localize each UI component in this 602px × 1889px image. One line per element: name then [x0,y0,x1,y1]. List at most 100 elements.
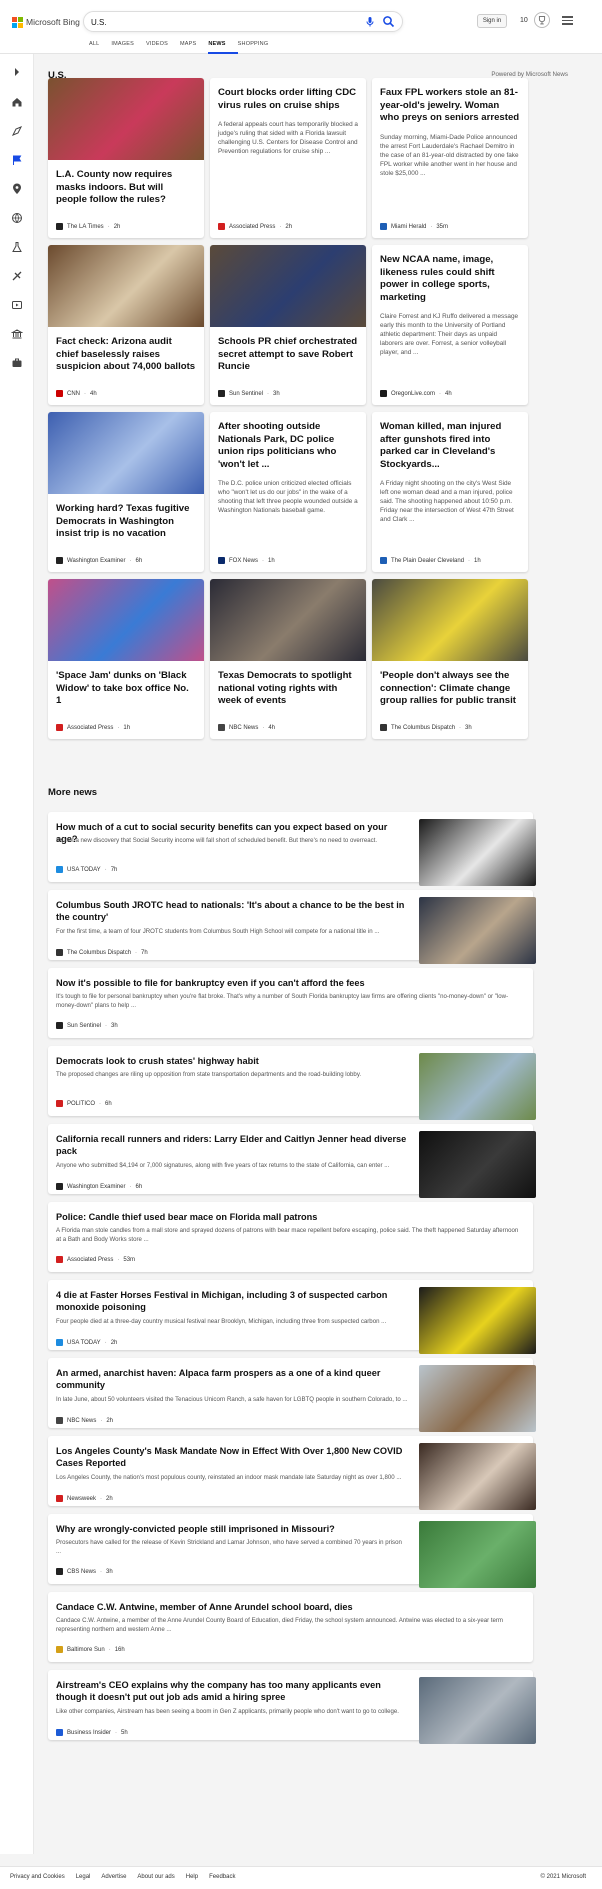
item-provider[interactable]: The Columbus Dispatch · 7h [56,949,148,956]
news-card[interactable]: Faux FPL workers stole an 81-year-old's … [372,78,528,238]
card-provider[interactable]: The LA Times · 2h [56,223,120,230]
card-headline[interactable]: L.A. County now requires masks indoors. … [48,169,204,207]
more-news-item[interactable]: Airstream's CEO explains why the company… [48,1670,536,1744]
card-headline[interactable]: 'People don't always see the connection'… [372,670,528,708]
item-provider[interactable]: POLITICO · 6h [56,1100,112,1107]
news-card[interactable]: Texas Democrats to spotlight national vo… [210,579,366,739]
provider-name[interactable]: USA TODAY [67,1340,101,1346]
provider-name[interactable]: CNN [67,391,80,397]
provider-name[interactable]: Sun Sentinel [67,1023,101,1029]
provider-name[interactable]: The Columbus Dispatch [391,725,455,731]
scope-tab-images[interactable]: IMAGES [111,40,146,54]
article-image[interactable] [210,245,366,327]
card-provider[interactable]: Associated Press · 1h [56,724,130,731]
card-provider[interactable]: CNN · 4h [56,390,97,397]
item-headline[interactable]: Los Angeles County's Mask Mandate Now in… [56,1445,408,1470]
article-image[interactable] [48,245,204,327]
card-provider[interactable]: Miami Herald · 35m [380,223,448,230]
scope-tab-videos[interactable]: VIDEOS [146,40,180,54]
news-card[interactable]: After shooting outside Nationals Park, D… [210,412,366,572]
item-headline[interactable]: Airstream's CEO explains why the company… [56,1679,408,1704]
article-image[interactable] [419,897,536,964]
card-provider[interactable]: The Columbus Dispatch · 3h [380,724,472,731]
search-icon[interactable] [382,15,395,28]
provider-name[interactable]: Newsweek [67,1496,96,1502]
item-provider[interactable]: Washington Examiner · 6h [56,1183,142,1190]
rewards-trophy-icon[interactable] [534,12,550,28]
article-image[interactable] [419,1365,536,1432]
card-provider[interactable]: NBC News · 4h [218,724,275,731]
more-news-item[interactable]: California recall runners and riders: La… [48,1124,536,1198]
footer-link[interactable]: Feedback [209,1874,235,1880]
science-icon[interactable] [11,241,23,253]
provider-name[interactable]: Sun Sentinel [229,391,263,397]
more-news-item[interactable]: Now it's possible to file for bankruptcy… [48,968,533,1038]
world-icon[interactable] [11,212,23,224]
more-news-item[interactable]: Candace C.W. Antwine, member of Anne Aru… [48,1592,533,1662]
provider-name[interactable]: NBC News [229,725,258,731]
provider-name[interactable]: The Plain Dealer Cleveland [391,558,464,564]
card-provider[interactable]: OregonLive.com · 4h [380,390,452,397]
home-icon[interactable] [11,96,23,108]
article-image[interactable] [419,1443,536,1510]
card-provider[interactable]: FOX News · 1h [218,557,275,564]
footer-link[interactable]: Privacy and Cookies [10,1874,65,1880]
scope-tab-shopping[interactable]: SHOPPING [238,40,281,54]
more-news-item[interactable]: How much of a cut to social security ben… [48,812,536,886]
news-card[interactable]: 'Space Jam' dunks on 'Black Widow' to ta… [48,579,204,739]
provider-name[interactable]: Business Insider [67,1730,111,1736]
card-provider[interactable]: Sun Sentinel · 3h [218,390,280,397]
discover-icon[interactable] [11,125,23,137]
news-card[interactable]: Court blocks order lifting CDC virus rul… [210,78,366,238]
news-card[interactable]: Woman killed, man injured after gunshots… [372,412,528,572]
news-card[interactable]: Schools PR chief orchestrated secret att… [210,245,366,405]
news-card[interactable]: Working hard? Texas fugitive Democrats i… [48,412,204,572]
card-headline[interactable]: New NCAA name, image, likeness rules cou… [372,254,528,304]
item-headline[interactable]: Candace C.W. Antwine, member of Anne Aru… [56,1601,524,1613]
provider-name[interactable]: NBC News [67,1418,96,1424]
provider-name[interactable]: OregonLive.com [391,391,435,397]
item-headline[interactable]: Police: Candle thief used bear mace on F… [56,1211,524,1223]
card-headline[interactable]: Schools PR chief orchestrated secret att… [210,336,366,374]
scope-tab-maps[interactable]: MAPS [180,40,208,54]
more-news-item[interactable]: Why are wrongly-convicted people still i… [48,1514,536,1588]
card-headline[interactable]: Court blocks order lifting CDC virus rul… [210,87,366,112]
item-headline[interactable]: Now it's possible to file for bankruptcy… [56,977,524,989]
microphone-icon[interactable] [364,16,376,28]
card-headline[interactable]: 'Space Jam' dunks on 'Black Widow' to ta… [48,670,204,708]
provider-name[interactable]: FOX News [229,558,258,564]
article-image[interactable] [210,579,366,661]
item-provider[interactable]: USA TODAY · 7h [56,866,117,873]
card-headline[interactable]: Working hard? Texas fugitive Democrats i… [48,503,204,541]
provider-name[interactable]: Washington Examiner [67,1184,125,1190]
business-icon[interactable] [11,357,23,369]
provider-name[interactable]: Miami Herald [391,224,426,230]
provider-name[interactable]: CBS News [67,1569,96,1575]
item-headline[interactable]: Democrats look to crush states' highway … [56,1055,408,1067]
item-provider[interactable]: Business Insider · 5h [56,1729,128,1736]
provider-name[interactable]: USA TODAY [67,867,101,873]
card-headline[interactable]: Fact check: Arizona audit chief baseless… [48,336,204,374]
item-provider[interactable]: CBS News · 3h [56,1568,113,1575]
search-box[interactable] [83,11,403,32]
item-headline[interactable]: 4 die at Faster Horses Festival in Michi… [56,1289,408,1314]
footer-link[interactable]: Help [186,1874,198,1880]
entertainment-icon[interactable] [11,299,23,311]
card-headline[interactable]: After shooting outside Nationals Park, D… [210,421,366,471]
provider-name[interactable]: Baltimore Sun [67,1647,105,1653]
card-headline[interactable]: Woman killed, man injured after gunshots… [372,421,528,471]
card-provider[interactable]: The Plain Dealer Cleveland · 1h [380,557,481,564]
article-image[interactable] [419,1677,536,1744]
provider-name[interactable]: Associated Press [67,725,113,731]
more-news-item[interactable]: Los Angeles County's Mask Mandate Now in… [48,1436,536,1510]
sports-icon[interactable] [11,270,23,282]
article-image[interactable] [419,819,536,886]
rewards-count[interactable]: 10 [520,13,528,29]
sign-in-button[interactable]: Sign in [477,14,507,28]
article-image[interactable] [419,1521,536,1588]
provider-name[interactable]: The Columbus Dispatch [67,950,131,956]
item-provider[interactable]: Baltimore Sun · 16h [56,1646,125,1653]
more-news-item[interactable]: 4 die at Faster Horses Festival in Michi… [48,1280,536,1354]
bing-logo[interactable]: Microsoft Bing [12,15,80,29]
more-news-item[interactable]: Police: Candle thief used bear mace on F… [48,1202,533,1272]
